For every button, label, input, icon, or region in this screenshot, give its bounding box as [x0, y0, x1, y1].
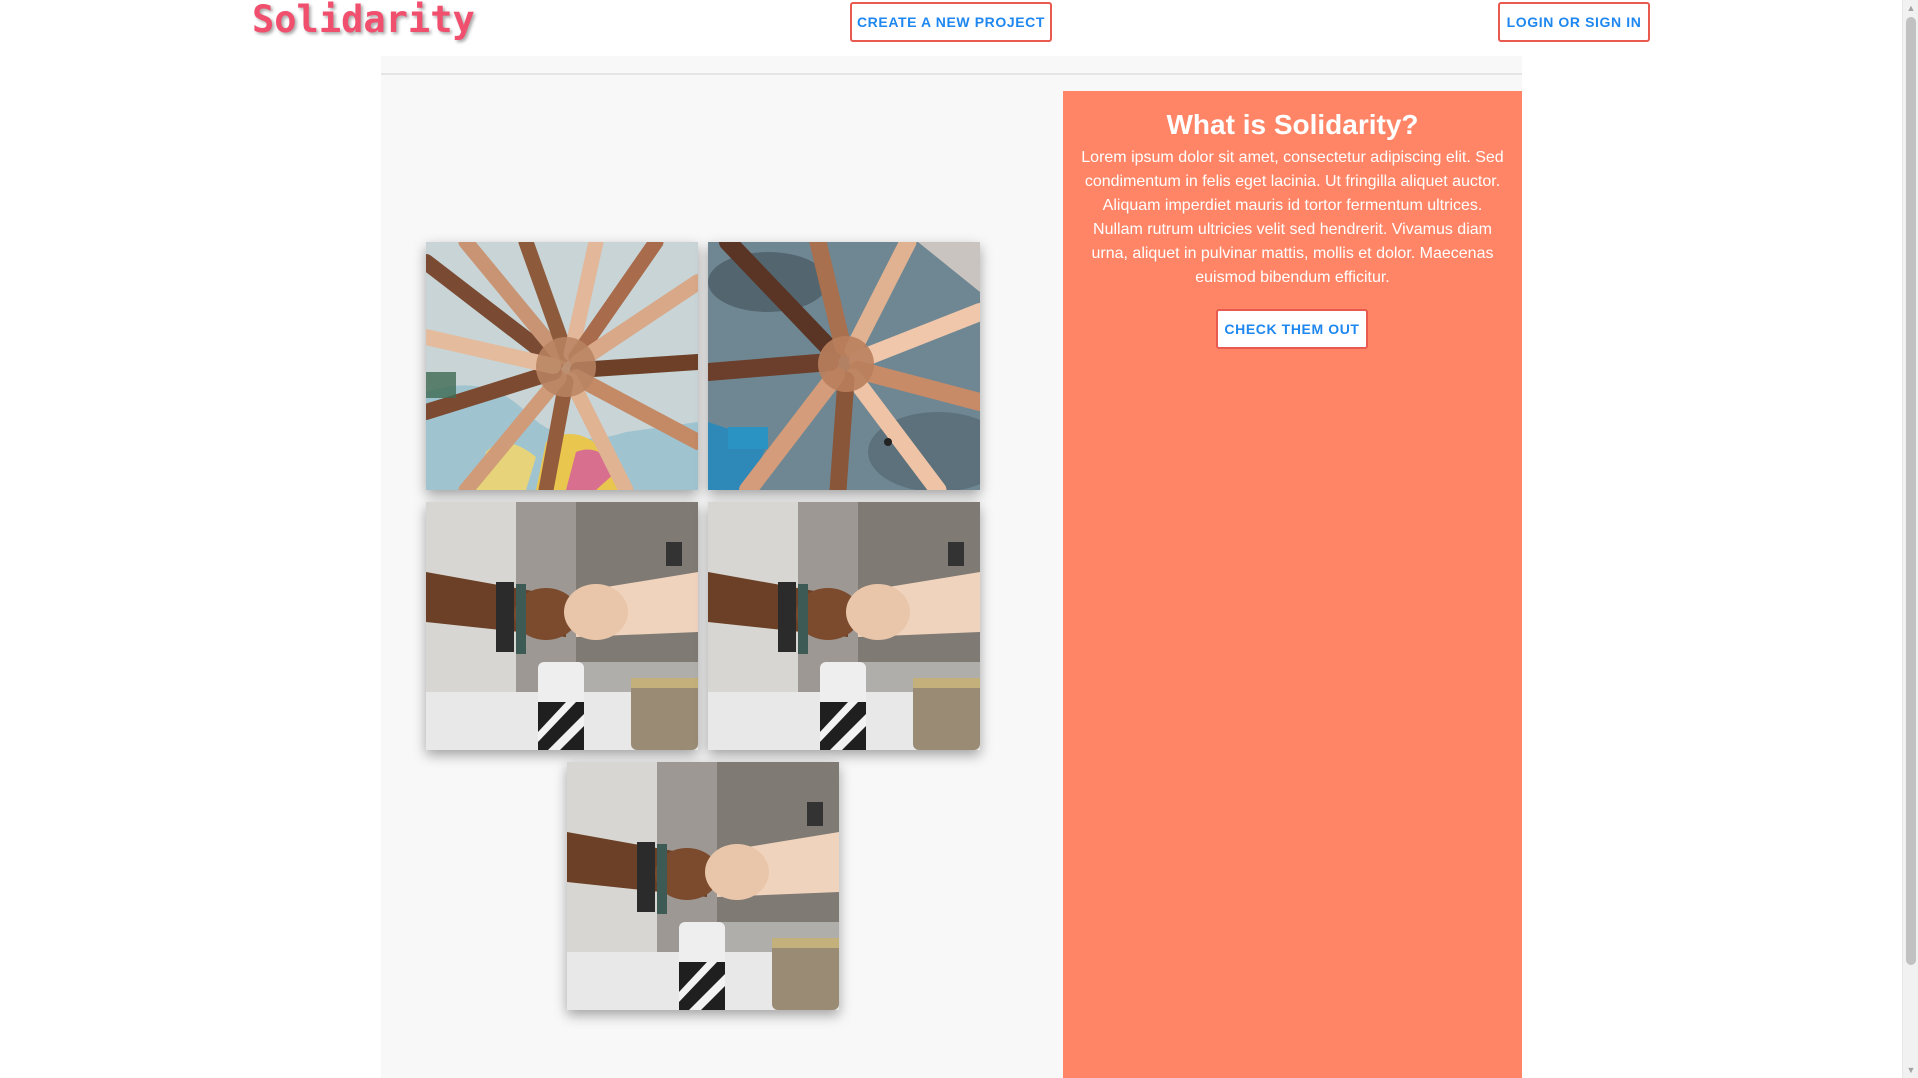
hands-stacked-map-photo — [426, 242, 698, 490]
scroll-up-icon[interactable]: ▲ — [1903, 0, 1918, 16]
about-panel: What is Solidarity? Lorem ipsum dolor si… — [1063, 91, 1522, 1078]
divider — [381, 73, 1522, 75]
login-button[interactable]: LOGIN OR SIGN IN — [1498, 2, 1650, 42]
fist-bump-photo — [708, 502, 980, 750]
scrollbar-thumb[interactable] — [1906, 17, 1916, 965]
scroll-down-icon[interactable]: ▼ — [1903, 1062, 1918, 1078]
main-container: What is Solidarity? Lorem ipsum dolor si… — [381, 56, 1522, 1078]
photo-gallery — [381, 91, 1061, 1078]
fist-bump-photo — [567, 762, 839, 1010]
create-project-button[interactable]: CREATE A NEW PROJECT — [850, 2, 1052, 42]
site-logo[interactable]: Solidarity — [252, 0, 475, 40]
check-them-out-button[interactable]: CHECK THEM OUT — [1216, 309, 1368, 349]
fist-bump-photo — [426, 502, 698, 750]
panel-description: Lorem ipsum dolor sit amet, consectetur … — [1081, 149, 1504, 286]
top-navbar: Solidarity CREATE A NEW PROJECT LOGIN OR… — [0, 0, 1902, 56]
hands-stacked-floor-photo — [708, 242, 980, 490]
vertical-scrollbar[interactable]: ▲ ▼ — [1902, 0, 1918, 1078]
panel-title: What is Solidarity? — [1166, 109, 1419, 140]
